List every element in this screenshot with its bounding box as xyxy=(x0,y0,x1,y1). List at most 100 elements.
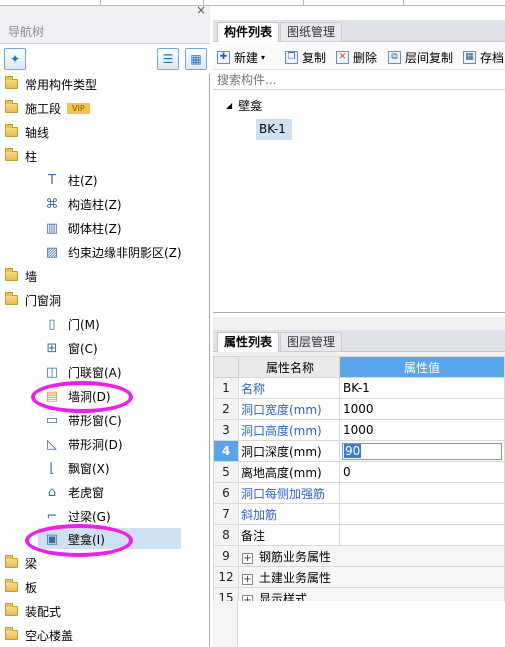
property-name-header: 属性名称 xyxy=(238,356,340,378)
dormer-icon: ⌂ xyxy=(47,484,57,500)
tree-item-wall[interactable]: 墙 xyxy=(5,265,37,287)
copy-between-floors-button[interactable]: ⧉ 层间复制 xyxy=(388,48,453,66)
lintel-icon: ⌐ xyxy=(46,508,58,524)
hatched-area-icon: ▨ xyxy=(45,244,59,260)
row-number: 9 xyxy=(213,545,239,567)
tree-item-masonry-column[interactable]: ▥ 砌体柱(Z) xyxy=(44,217,122,239)
tab-layer-management[interactable]: 图层管理 xyxy=(280,332,343,352)
search-input[interactable] xyxy=(217,71,501,89)
component-search xyxy=(213,70,505,90)
table-row-selected[interactable]: 4 洞口深度(mm) 90 xyxy=(213,440,505,462)
value-selection[interactable]: 90 xyxy=(344,443,362,458)
tab-component-list[interactable]: 构件列表 xyxy=(217,22,280,42)
row-number: 6 xyxy=(213,482,239,504)
archive-button[interactable]: ▦ 存档 xyxy=(463,48,504,66)
tree-item-window[interactable]: ⊞ 窗(C) xyxy=(44,337,98,359)
new-label: 新建 xyxy=(234,50,259,65)
delete-button[interactable]: ✕ 删除 xyxy=(336,48,377,66)
table-row[interactable]: 1 名称 BK-1 xyxy=(213,377,505,399)
property-value[interactable] xyxy=(339,524,505,546)
tree-group-label: 壁龛 xyxy=(238,99,263,113)
add-folder-icon[interactable]: ✦ xyxy=(4,48,26,70)
property-value-editor[interactable]: 90 xyxy=(339,440,505,462)
tree-item-label: 板 xyxy=(25,580,38,595)
folder-open-icon xyxy=(5,292,18,305)
table-group-row[interactable]: 9 + 钢筋业务属性 xyxy=(213,545,505,567)
expand-icon[interactable]: + xyxy=(242,552,253,564)
tree-item-dormer[interactable]: ⌂ 老虎窗 xyxy=(44,481,104,503)
masonry-column-icon: ▥ xyxy=(45,220,59,236)
tree-item-strip-opening[interactable]: ◺ 带形洞(D) xyxy=(44,433,123,455)
tree-item-construction-stage[interactable]: 施工段 VIP xyxy=(5,97,90,119)
property-value[interactable]: 1000 xyxy=(339,419,505,441)
table-row[interactable]: 8 备注 xyxy=(213,524,505,546)
tree-item-hollow-floor[interactable]: 空心楼盖 xyxy=(5,624,73,646)
archive-icon: ▦ xyxy=(463,50,476,64)
tree-item-label: 空心楼盖 xyxy=(25,628,74,643)
collapse-arrow-icon[interactable]: ◢ xyxy=(226,101,232,110)
tree-item-beam[interactable]: 梁 xyxy=(5,552,37,574)
folder-icon xyxy=(5,579,18,592)
tree-item-bay-window[interactable]: ⌊ 飘窗(X) xyxy=(44,457,109,479)
tree-item-label: 常用构件类型 xyxy=(25,77,98,92)
tree-item-boundary-zone[interactable]: ▨ 约束边缘非阴影区(Z) xyxy=(44,241,182,263)
vip-badge: VIP xyxy=(67,102,90,114)
property-value[interactable] xyxy=(339,503,505,525)
tree-item-axis[interactable]: 轴线 xyxy=(5,121,49,143)
group-label: 土建业务属性 xyxy=(259,570,332,585)
copy-icon: ❐ xyxy=(285,50,298,64)
floor-copy-icon: ⧉ xyxy=(388,50,401,64)
property-name: 洞口每侧加强筋 xyxy=(238,482,340,504)
property-tabbar: 属性列表 图层管理 xyxy=(213,330,505,352)
property-value[interactable] xyxy=(339,482,505,504)
tree-item-slab[interactable]: 板 xyxy=(5,576,37,598)
new-button[interactable]: ✚ 新建 ▾ xyxy=(217,48,265,66)
tree-item-door-window[interactable]: ◫ 门联窗(A) xyxy=(44,361,122,383)
list-view-icon[interactable]: ☰ xyxy=(157,48,179,70)
tree-item-label: 带形窗(C) xyxy=(68,413,122,428)
table-row[interactable]: 7 斜加筋 xyxy=(213,503,505,525)
tree-item-label: 装配式 xyxy=(25,604,62,619)
expand-icon[interactable]: + xyxy=(242,573,253,585)
group-label: 钢筋业务属性 xyxy=(259,549,332,564)
row-number: 2 xyxy=(213,398,239,420)
tree-item-openings-folder[interactable]: 门窗洞 xyxy=(5,289,61,311)
copy-button[interactable]: ❐ 复制 xyxy=(285,48,326,66)
tree-item-column[interactable]: T 柱(Z) xyxy=(44,169,98,191)
table-row[interactable]: 6 洞口每侧加强筋 xyxy=(213,482,505,504)
constructional-column-icon: ⌘ xyxy=(45,196,59,212)
tree-item-label: 柱(Z) xyxy=(68,173,98,188)
tree-item-label: 门窗洞 xyxy=(25,293,62,308)
row-number: 12 xyxy=(213,566,239,588)
table-row[interactable]: 5 离地高度(mm) 0 xyxy=(213,461,505,483)
tree-item-common-types[interactable]: 常用构件类型 xyxy=(5,73,97,95)
component-item-bk1[interactable]: BK-1 xyxy=(256,119,292,140)
tab-property-list[interactable]: 属性列表 xyxy=(217,332,280,352)
tree-item-label: 门(M) xyxy=(68,317,100,332)
property-value[interactable]: 1000 xyxy=(339,398,505,420)
property-value[interactable]: 0 xyxy=(339,461,505,483)
folder-icon xyxy=(5,627,18,640)
copy-label: 复制 xyxy=(302,50,327,65)
property-name: 离地高度(mm) xyxy=(238,461,340,483)
tree-item-constructional-column[interactable]: ⌘ 构造柱(Z) xyxy=(44,193,122,215)
tree-view-icon[interactable]: ▦ xyxy=(185,48,207,70)
window-icon: ⊞ xyxy=(46,340,58,356)
tree-item-label: 轴线 xyxy=(25,125,50,140)
property-name: 洞口深度(mm) xyxy=(238,440,340,462)
group-cell: + 土建业务属性 xyxy=(238,566,505,588)
tree-item-door[interactable]: ▯ 门(M) xyxy=(44,313,100,335)
tab-drawing-management[interactable]: 图纸管理 xyxy=(280,22,343,42)
tree-item-column-folder[interactable]: 柱 xyxy=(5,145,37,167)
table-group-row[interactable]: 12 + 土建业务属性 xyxy=(213,566,505,588)
property-value[interactable]: BK-1 xyxy=(339,377,505,399)
property-name: 备注 xyxy=(238,524,340,546)
table-row[interactable]: 2 洞口宽度(mm) 1000 xyxy=(213,398,505,420)
tree-group-niche[interactable]: ◢ 壁龛 xyxy=(226,97,262,114)
table-row[interactable]: 3 洞口高度(mm) 1000 xyxy=(213,419,505,441)
component-list-panel: 构件列表 图纸管理 ✚ 新建 ▾ ❐ 复制 ✕ 删除 ⧉ 层间复制 ▦ 存档 ◢… xyxy=(213,6,505,313)
tree-item-prefab[interactable]: 装配式 xyxy=(5,600,61,622)
close-icon[interactable]: × xyxy=(196,3,206,17)
group-cell: + 钢筋业务属性 xyxy=(238,545,505,567)
nav-title: 导航树 xyxy=(8,25,45,39)
